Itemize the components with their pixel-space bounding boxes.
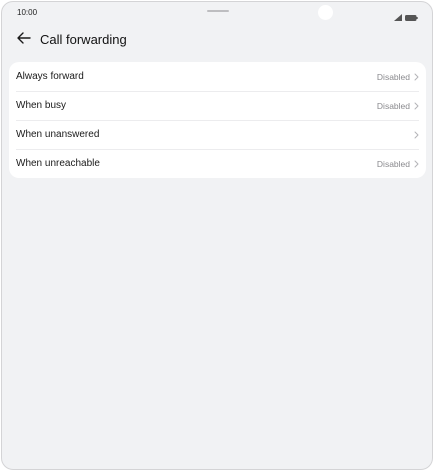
list-item-label: When busy bbox=[16, 100, 67, 111]
list-item-label: When unreachable bbox=[16, 158, 100, 169]
settings-list: Always forward Disabled When busy Disabl… bbox=[9, 62, 426, 178]
battery-icon bbox=[405, 8, 418, 26]
list-item-trailing: Disabled bbox=[377, 72, 419, 82]
back-arrow-icon bbox=[17, 31, 31, 49]
status-bar: 10:00 bbox=[2, 2, 432, 24]
chevron-right-icon bbox=[414, 131, 419, 139]
status-icons bbox=[394, 8, 418, 26]
front-camera-cutout bbox=[318, 5, 333, 20]
back-button[interactable] bbox=[14, 30, 34, 50]
page-header: Call forwarding bbox=[2, 26, 432, 54]
status-value: Disabled bbox=[376, 158, 410, 169]
status-value: Disabled bbox=[376, 71, 410, 82]
list-item-trailing bbox=[410, 131, 419, 139]
list-item-when-busy[interactable]: When busy Disabled bbox=[9, 91, 426, 120]
phone-screen: 10:00 Call forwarding Always forward Dis… bbox=[1, 1, 433, 470]
list-item-label: Always forward bbox=[16, 71, 84, 82]
status-value: Disabled bbox=[376, 100, 410, 111]
chevron-right-icon bbox=[414, 102, 419, 110]
list-item-trailing: Disabled bbox=[377, 159, 419, 169]
list-item-when-unanswered[interactable]: When unanswered bbox=[9, 120, 426, 149]
status-time: 10:00 bbox=[17, 8, 38, 17]
signal-icon bbox=[394, 8, 402, 26]
list-item-label: When unanswered bbox=[16, 129, 100, 140]
page-title: Call forwarding bbox=[40, 32, 127, 47]
list-item-when-unreachable[interactable]: When unreachable Disabled bbox=[9, 149, 426, 178]
list-item-always-forward[interactable]: Always forward Disabled bbox=[9, 62, 426, 91]
chevron-right-icon bbox=[414, 160, 419, 168]
pull-down-handle[interactable] bbox=[207, 10, 229, 12]
list-item-trailing: Disabled bbox=[377, 101, 419, 111]
chevron-right-icon bbox=[414, 73, 419, 81]
